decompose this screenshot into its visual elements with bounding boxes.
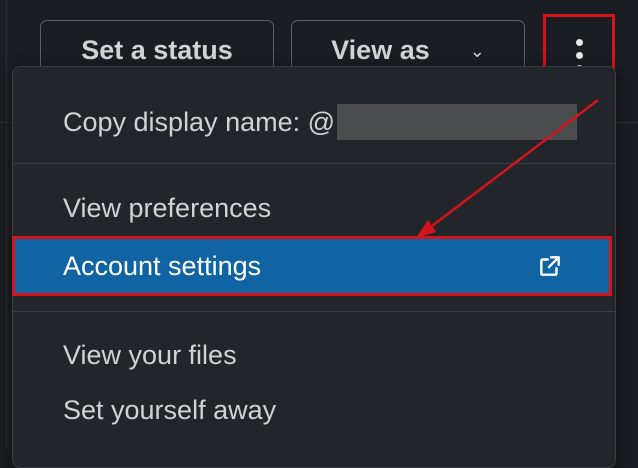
menu-item-copy-display-name[interactable]: Copy display name: @ <box>13 99 615 145</box>
menu-divider <box>13 163 615 164</box>
account-settings-label: Account settings <box>63 250 262 281</box>
panel-left-edge <box>0 0 7 448</box>
menu-divider <box>13 311 615 312</box>
set-away-label: Set yourself away <box>63 394 277 425</box>
redacted-username <box>337 104 578 140</box>
menu-item-view-your-files[interactable]: View your files <box>13 332 615 378</box>
copy-display-name-label: Copy display name: @ <box>63 106 336 137</box>
menu-item-view-preferences[interactable]: View preferences <box>13 185 615 231</box>
more-actions-menu: Copy display name: @ View preferences Ac… <box>12 66 616 468</box>
menu-item-set-yourself-away[interactable]: Set yourself away <box>13 387 615 433</box>
external-link-icon <box>540 256 560 276</box>
chevron-down-icon: ⌄ <box>469 40 485 61</box>
view-preferences-label: View preferences <box>63 192 272 223</box>
view-as-label: View as <box>331 34 430 65</box>
view-files-label: View your files <box>63 339 237 370</box>
menu-item-account-settings[interactable]: Account settings <box>12 236 612 296</box>
set-status-label: Set a status <box>81 34 233 65</box>
